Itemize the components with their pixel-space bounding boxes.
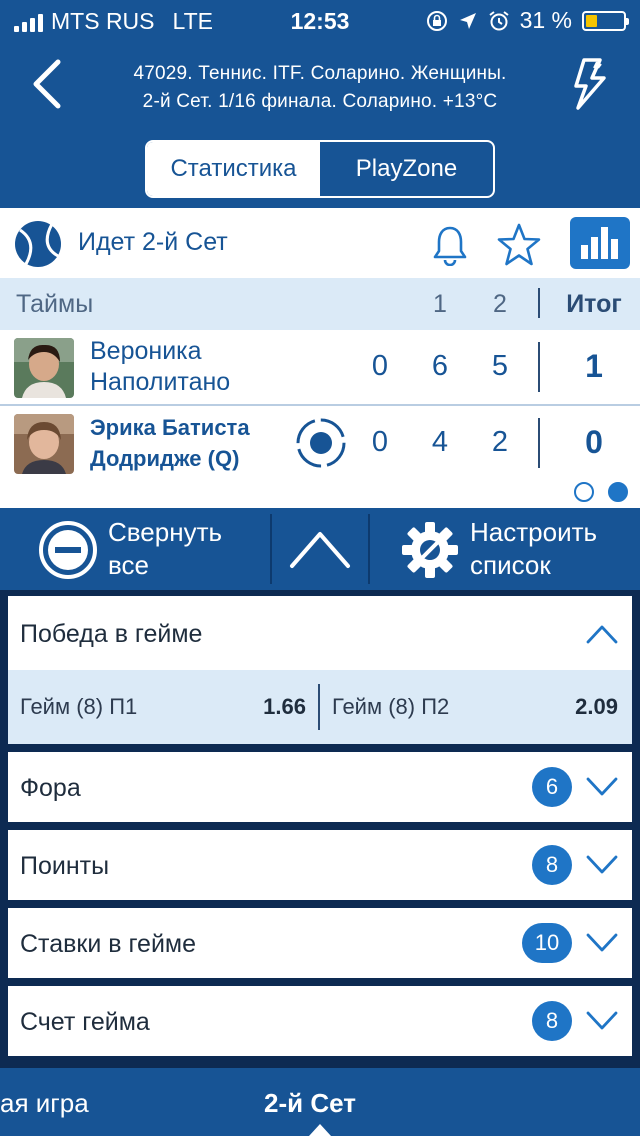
market-group[interactable]: Фора 6 — [8, 752, 632, 822]
collapse-all-button[interactable]: Свернуть все — [0, 508, 270, 590]
page-indicator — [574, 482, 628, 502]
markets-list: Победа в гейме Гейм (8) П1 1.66 Гейм (8)… — [0, 590, 640, 1068]
player-name: Вероника Наполитано — [90, 337, 231, 396]
bar-chart-icon — [581, 227, 618, 259]
page-dot[interactable] — [574, 482, 594, 502]
location-icon — [459, 12, 476, 29]
tab-statistics[interactable]: Статистика — [147, 142, 320, 196]
serving-indicator-icon — [296, 418, 346, 468]
match-status-row: Идет 2-й Сет — [0, 208, 640, 278]
back-chevron-icon[interactable] — [30, 58, 66, 110]
market-group[interactable]: Счет гейма 8 — [8, 986, 632, 1056]
market-name: Ставки в гейме — [20, 930, 197, 958]
player-row: Эрика Батиста Додридже (Q) 0 4 2 0 — [0, 406, 640, 482]
chevron-down-icon — [586, 777, 618, 796]
active-tab-caret-icon — [309, 1124, 331, 1136]
orientation-lock-icon — [426, 10, 447, 31]
collapse-all-label: Свернуть все — [108, 517, 223, 580]
total-score: 1 — [585, 348, 603, 384]
market-group-expanded: Победа в гейме Гейм (8) П1 1.66 Гейм (8)… — [8, 596, 632, 744]
odd-name: Гейм (8) П1 — [20, 694, 138, 719]
alarm-icon — [488, 10, 509, 30]
chevron-down-icon — [586, 933, 618, 952]
battery-percent: 31 % — [519, 7, 572, 33]
market-count-badge: 8 — [532, 1001, 572, 1041]
configure-list-label: Настроить список — [470, 517, 598, 580]
chevron-down-icon — [586, 1011, 618, 1030]
tab-playzone[interactable]: PlayZone — [320, 142, 493, 196]
market-name: Счет гейма — [20, 1008, 150, 1036]
tab-current-period[interactable]: 2-й Сет — [264, 1088, 356, 1119]
chevron-up-icon — [290, 532, 350, 568]
player-avatar — [14, 414, 74, 474]
odd-button[interactable]: Гейм (8) П1 1.66 — [8, 670, 318, 744]
odd-value: 2.09 — [575, 694, 618, 719]
gear-icon — [402, 522, 458, 578]
status-bar: MTS RUS LTE 12:53 31 % — [0, 0, 640, 40]
set-score: 0 — [371, 350, 389, 382]
player-avatar — [14, 338, 74, 398]
set-score: 5 — [491, 350, 509, 382]
chevron-up-icon[interactable] — [586, 624, 618, 644]
scroll-up-button[interactable] — [272, 508, 368, 590]
total-score: 0 — [585, 424, 603, 460]
set-score: 0 — [371, 426, 389, 458]
star-icon[interactable] — [496, 222, 542, 268]
odds-row: Гейм (8) П1 1.66 Гейм (8) П2 2.09 — [8, 670, 632, 744]
market-name: Поинты — [20, 852, 110, 880]
page-dot-active[interactable] — [608, 482, 628, 502]
lightning-icon[interactable] — [570, 56, 610, 112]
market-name: Фора — [20, 774, 81, 802]
tennis-ball-icon — [15, 221, 61, 267]
match-card: Идет 2-й Сет Таймы 1 2 Итог Вероника Нап… — [0, 208, 640, 508]
configure-list-button[interactable]: Настроить список — [370, 508, 640, 590]
collapse-icon — [39, 521, 97, 579]
tab-previous-period[interactable]: ая игра — [0, 1088, 89, 1119]
markets-toolbar: Свернуть все Настроить список — [0, 508, 640, 590]
chevron-down-icon — [586, 855, 618, 874]
set-score: 6 — [431, 350, 449, 382]
odd-name: Гейм (8) П2 — [332, 694, 450, 719]
set-score: 4 — [431, 426, 449, 458]
market-count-badge: 6 — [532, 767, 572, 807]
player-row: Вероника Наполитано 0 6 5 1 — [0, 330, 640, 406]
match-status: Идет 2-й Сет — [78, 228, 228, 256]
period-tabs: ая игра 2-й Сет — [0, 1068, 640, 1136]
market-count-badge: 8 — [532, 845, 572, 885]
battery-icon — [582, 10, 629, 31]
market-group[interactable]: Поинты 8 — [8, 830, 632, 900]
app-header: MTS RUS LTE 12:53 31 % 47029. Теннис. IT… — [0, 0, 640, 208]
market-group[interactable]: Ставки в гейме 10 — [8, 908, 632, 978]
bell-icon[interactable] — [430, 224, 470, 266]
odd-value: 1.66 — [263, 694, 306, 719]
score-header: Таймы 1 2 Итог — [0, 278, 640, 330]
market-count-badge: 10 — [522, 923, 572, 963]
set-score: 2 — [491, 426, 509, 458]
view-switcher: Статистика PlayZone — [145, 140, 495, 198]
odd-button[interactable]: Гейм (8) П2 2.09 — [320, 670, 630, 744]
player-name: Эрика Батиста Додридже (Q) — [90, 415, 250, 471]
market-name[interactable]: Победа в гейме — [20, 620, 202, 649]
event-title: 47029. Теннис. ITF. Соларино. Женщины. 2… — [133, 63, 507, 112]
statistics-button[interactable] — [570, 217, 630, 269]
